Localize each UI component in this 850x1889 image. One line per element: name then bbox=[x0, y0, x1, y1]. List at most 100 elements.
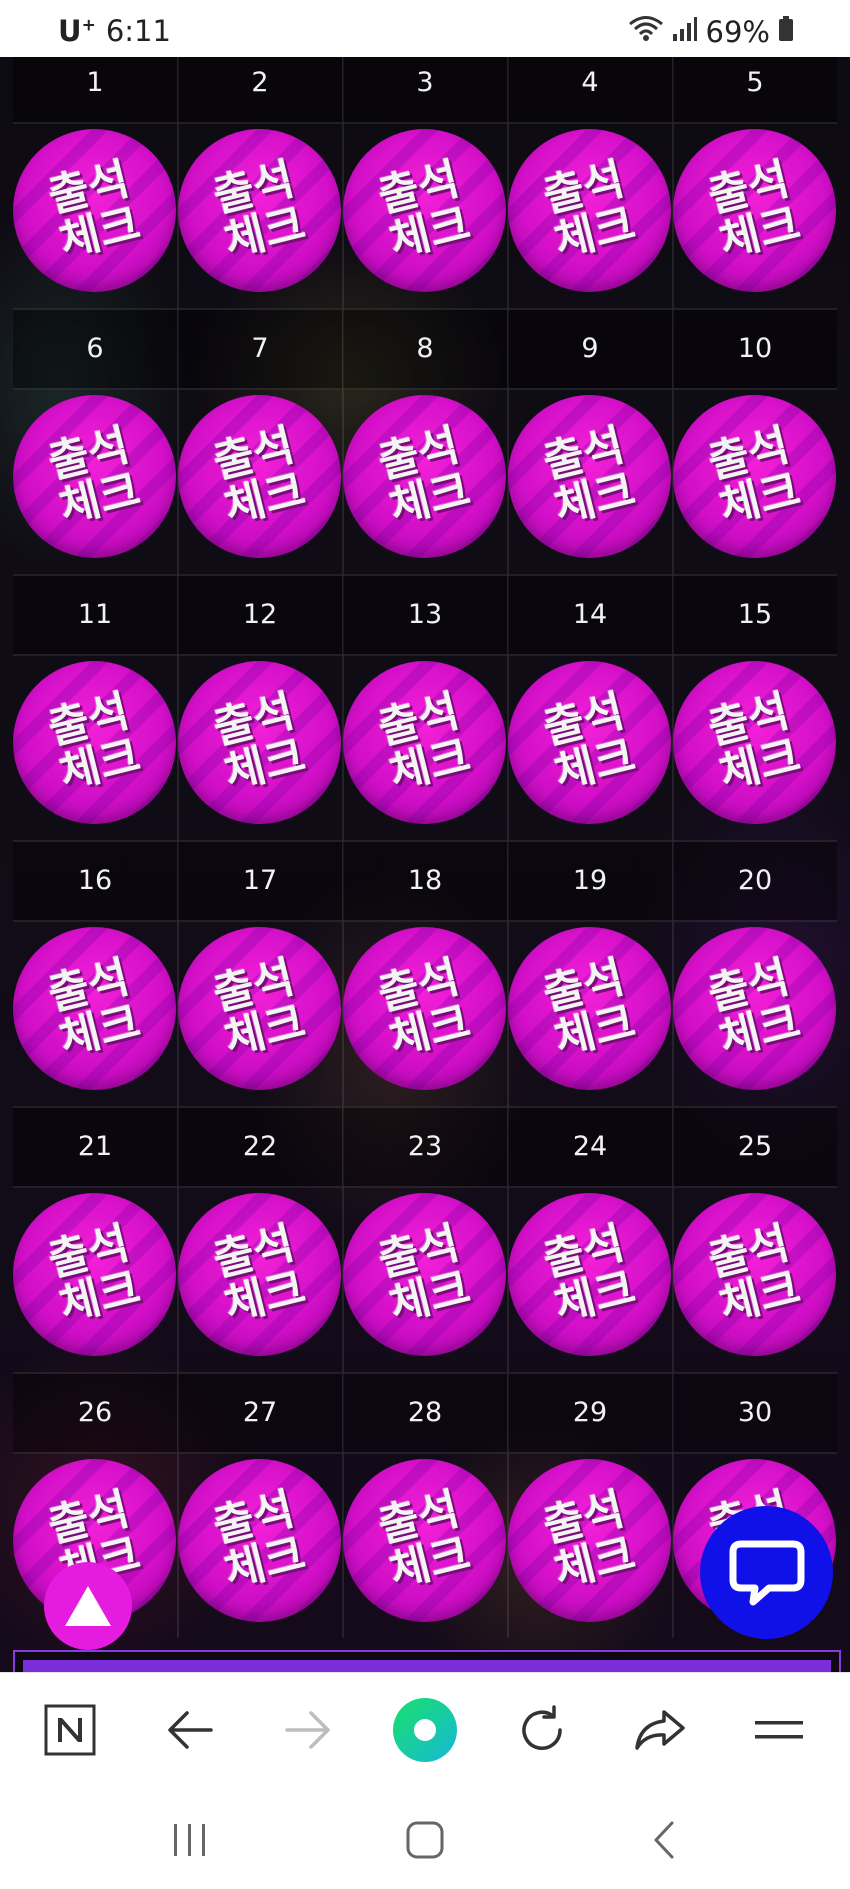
attendance-check-stamp[interactable]: 출석 체크 bbox=[178, 1459, 341, 1622]
attendance-check-stamp[interactable]: 출석 체크 bbox=[673, 661, 836, 824]
stamp-label: 출석 체크 bbox=[703, 153, 806, 267]
attendance-check-stamp[interactable]: 출석 체크 bbox=[178, 395, 341, 558]
calendar-week: 16 출석 체크 17 출석 체크 18 출석 체크 19 출석 체크 20 출석 체크 bbox=[13, 840, 837, 1106]
signal-icon bbox=[672, 15, 698, 49]
attendance-check-stamp[interactable]: 출석 체크 bbox=[673, 1193, 836, 1356]
calendar-day-cell: 28 출석 체크 bbox=[343, 1372, 509, 1638]
green-dot-button[interactable] bbox=[390, 1695, 460, 1765]
calendar-day-cell: 8 출석 체크 bbox=[343, 308, 509, 574]
stamp-label: 출석 체크 bbox=[703, 419, 806, 533]
attendance-check-stamp[interactable]: 출석 체크 bbox=[508, 1459, 671, 1622]
calendar-day-cell: 25 출석 체크 bbox=[673, 1106, 837, 1372]
calendar-day-cell: 14 출석 체크 bbox=[508, 574, 674, 840]
stamp-label: 출석 체크 bbox=[43, 419, 146, 533]
attendance-check-stamp[interactable]: 출석 체크 bbox=[343, 927, 506, 1090]
attendance-check-stamp[interactable]: 출석 체크 bbox=[508, 129, 671, 292]
attendance-check-stamp[interactable]: 출석 체크 bbox=[178, 129, 341, 292]
share-button[interactable] bbox=[625, 1695, 695, 1765]
recents-button[interactable] bbox=[155, 1810, 225, 1870]
home-icon bbox=[406, 1821, 444, 1859]
status-left: U+ 6:11 bbox=[58, 14, 171, 48]
attendance-check-stamp[interactable]: 출석 체크 bbox=[343, 395, 506, 558]
attendance-check-stamp[interactable]: 출석 체크 bbox=[13, 927, 176, 1090]
calendar-day-cell: 11 출석 체크 bbox=[13, 574, 179, 840]
calendar-week: 21 출석 체크 22 출석 체크 23 출석 체크 24 출석 체크 25 출석 체크 bbox=[13, 1106, 837, 1372]
calendar-day-cell: 21 출석 체크 bbox=[13, 1106, 179, 1372]
attendance-check-stamp[interactable]: 출석 체크 bbox=[508, 1193, 671, 1356]
attendance-check-stamp[interactable]: 출석 체크 bbox=[13, 129, 176, 292]
stamp-label: 출석 체크 bbox=[373, 1217, 476, 1331]
menu-icon bbox=[755, 1721, 803, 1739]
attendance-calendar: 1 출석 체크 2 출석 체크 3 출석 체크 4 출석 체크 5 출석 체크 6 출석 체크 7 출석 … bbox=[13, 42, 837, 1638]
stamp-label: 출석 체크 bbox=[208, 419, 311, 533]
stamp-label: 출석 체크 bbox=[373, 1483, 476, 1597]
calendar-day-cell: 12 출석 체크 bbox=[178, 574, 344, 840]
day-number: 27 bbox=[178, 1372, 342, 1454]
attendance-check-stamp[interactable]: 출석 체크 bbox=[673, 927, 836, 1090]
browser-back-button[interactable] bbox=[155, 1695, 225, 1765]
day-number: 25 bbox=[673, 1106, 837, 1188]
stamp-label: 출석 체크 bbox=[208, 951, 311, 1065]
system-back-button[interactable] bbox=[630, 1810, 700, 1870]
day-number: 28 bbox=[343, 1372, 507, 1454]
calendar-day-cell: 22 출석 체크 bbox=[178, 1106, 344, 1372]
calendar-day-cell: 7 출석 체크 bbox=[178, 308, 344, 574]
back-arrow-icon bbox=[168, 1711, 213, 1749]
stamp-label: 출석 체크 bbox=[43, 1217, 146, 1331]
day-number: 21 bbox=[13, 1106, 177, 1188]
stamp-label: 출석 체크 bbox=[373, 951, 476, 1065]
battery-percent: 69% bbox=[705, 14, 770, 49]
stamp-label: 출석 체크 bbox=[703, 951, 806, 1065]
day-number: 16 bbox=[13, 840, 177, 922]
attendance-check-stamp[interactable]: 출석 체크 bbox=[178, 927, 341, 1090]
attendance-check-stamp[interactable]: 출석 체크 bbox=[673, 129, 836, 292]
calendar-week: 1 출석 체크 2 출석 체크 3 출석 체크 4 출석 체크 5 출석 체크 bbox=[13, 42, 837, 308]
menu-button[interactable] bbox=[744, 1695, 814, 1765]
home-button[interactable] bbox=[390, 1810, 460, 1870]
attendance-check-stamp[interactable]: 출석 체크 bbox=[343, 1193, 506, 1356]
stamp-label: 출석 체크 bbox=[208, 1483, 311, 1597]
carrier-plus: + bbox=[81, 15, 96, 36]
calendar-day-cell: 24 출석 체크 bbox=[508, 1106, 674, 1372]
carrier-label: U+ bbox=[58, 14, 96, 48]
carrier-text: U bbox=[58, 14, 82, 48]
day-number: 15 bbox=[673, 574, 837, 656]
calendar-day-cell: 1 출석 체크 bbox=[13, 42, 179, 308]
stamp-label: 출석 체크 bbox=[538, 419, 641, 533]
chat-button[interactable] bbox=[700, 1506, 833, 1639]
attendance-check-stamp[interactable]: 출석 체크 bbox=[13, 1193, 176, 1356]
day-number: 19 bbox=[508, 840, 672, 922]
calendar-day-cell: 19 출석 체크 bbox=[508, 840, 674, 1106]
stamp-label: 출석 체크 bbox=[208, 685, 311, 799]
green-dot-icon bbox=[393, 1698, 457, 1762]
calendar-day-cell: 6 출석 체크 bbox=[13, 308, 179, 574]
attendance-check-stamp[interactable]: 출석 체크 bbox=[508, 395, 671, 558]
day-number: 18 bbox=[343, 840, 507, 922]
attendance-check-stamp[interactable]: 출석 체크 bbox=[13, 661, 176, 824]
stamp-label: 출석 체크 bbox=[43, 685, 146, 799]
reload-icon bbox=[522, 1705, 562, 1750]
stamp-label: 출석 체크 bbox=[43, 153, 146, 267]
calendar-day-cell: 29 출석 체크 bbox=[508, 1372, 674, 1638]
attendance-check-stamp[interactable]: 출석 체크 bbox=[343, 661, 506, 824]
naver-home-button[interactable] bbox=[35, 1695, 105, 1765]
stamp-label: 출석 체크 bbox=[373, 685, 476, 799]
stamp-label: 출석 체크 bbox=[703, 1217, 806, 1331]
attendance-check-stamp[interactable]: 출석 체크 bbox=[178, 661, 341, 824]
attendance-check-stamp[interactable]: 출석 체크 bbox=[508, 927, 671, 1090]
browser-forward-button[interactable] bbox=[273, 1695, 343, 1765]
scroll-top-button[interactable] bbox=[44, 1562, 132, 1650]
attendance-check-stamp[interactable]: 출석 체크 bbox=[343, 1459, 506, 1622]
attendance-check-stamp[interactable]: 출석 체크 bbox=[178, 1193, 341, 1356]
calendar-week: 6 출석 체크 7 출석 체크 8 출석 체크 9 출석 체크 10 출석 체크 bbox=[13, 308, 837, 574]
reload-button[interactable] bbox=[507, 1695, 577, 1765]
calendar-day-cell: 5 출석 체크 bbox=[673, 42, 837, 308]
day-number: 13 bbox=[343, 574, 507, 656]
browser-toolbar bbox=[0, 1672, 850, 1787]
stamp-label: 출석 체크 bbox=[538, 685, 641, 799]
attendance-check-stamp[interactable]: 출석 체크 bbox=[508, 661, 671, 824]
attendance-check-stamp[interactable]: 출석 체크 bbox=[343, 129, 506, 292]
day-number: 8 bbox=[343, 308, 507, 390]
attendance-check-stamp[interactable]: 출석 체크 bbox=[673, 395, 836, 558]
attendance-check-stamp[interactable]: 출석 체크 bbox=[13, 395, 176, 558]
